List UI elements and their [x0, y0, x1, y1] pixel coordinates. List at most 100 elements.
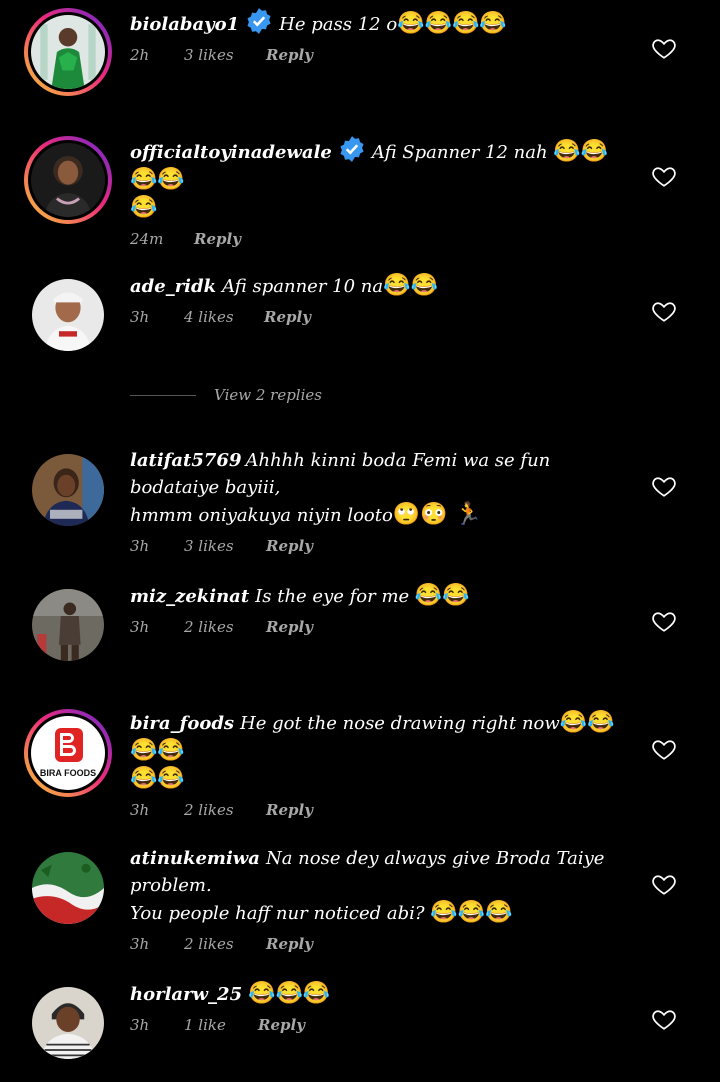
comment-text: biolabayo1 He pass 12 o😂😂😂😂: [130, 7, 620, 38]
view-replies-label: View 2 replies: [214, 386, 322, 404]
comment-text: atinukemiwa Na nose dey always give Broda…: [130, 845, 620, 927]
comment-text: miz_zekinat Is the eye for me 😂😂: [130, 582, 620, 610]
comment-message: You people haff nur noticed abi?: [130, 903, 425, 924]
comment-body: latifat5769 Ahhhh kinni boda Femi wa se f…: [130, 447, 620, 555]
comment-time: 3h: [130, 801, 150, 819]
emoji-text: 🙄😳 🏃: [392, 502, 482, 527]
avatar[interactable]: BIRA FOODS: [24, 709, 112, 797]
likes-count[interactable]: 2 likes: [184, 618, 266, 636]
likes-count[interactable]: 2 likes: [184, 935, 266, 953]
avatar-image: [32, 852, 104, 924]
comment-meta: 2h 3 likes Reply: [130, 46, 620, 64]
view-replies-button[interactable]: View 2 replies: [130, 386, 322, 404]
comment-message: hmmm oniyakuya niyin looto: [130, 505, 393, 526]
likes-count[interactable]: 1 like: [184, 1016, 258, 1034]
comment-meta: 24m Reply: [130, 230, 620, 248]
reply-button[interactable]: Reply: [266, 46, 313, 64]
reply-button[interactable]: Reply: [266, 935, 313, 953]
reply-button[interactable]: Reply: [266, 618, 313, 636]
username[interactable]: latifat5769: [130, 450, 241, 471]
comment-time: 3h: [130, 618, 150, 636]
comment-meta: 3h 1 like Reply: [130, 1016, 620, 1034]
like-heart-icon[interactable]: [651, 35, 677, 61]
bira-foods-logo: BIRA FOODS: [31, 716, 105, 790]
like-heart-icon[interactable]: [651, 736, 677, 762]
verified-badge-icon: [340, 136, 364, 162]
reply-button[interactable]: Reply: [266, 537, 313, 555]
comment-time: 2h: [130, 46, 150, 64]
like-heart-icon[interactable]: [651, 608, 677, 634]
avatar[interactable]: [32, 852, 104, 924]
comment-message: Is the eye for me: [255, 586, 410, 607]
comment-text: latifat5769 Ahhhh kinni boda Femi wa se f…: [130, 447, 620, 529]
emoji-text: 😂😂😂: [248, 981, 331, 1006]
comment-body: atinukemiwa Na nose dey always give Broda…: [130, 845, 620, 953]
emoji-text: 😂😂: [130, 766, 185, 791]
avatar[interactable]: [32, 279, 104, 351]
likes-count[interactable]: 3 likes: [184, 537, 266, 555]
comment-time: 3h: [130, 935, 150, 953]
comment-body: miz_zekinat Is the eye for me 😂😂 3h 2 lik…: [130, 582, 620, 636]
avatar-image: [32, 987, 104, 1059]
comment-meta: 3h 3 likes Reply: [130, 537, 620, 555]
avatar-image: [32, 589, 104, 661]
logo-text: BIRA FOODS: [39, 768, 97, 778]
username[interactable]: atinukemiwa: [130, 848, 260, 869]
avatar-image: [32, 454, 104, 526]
comment-time: 3h: [130, 537, 150, 555]
emoji-text: 😂😂😂😂: [397, 11, 507, 36]
comment-text: horlarw_25 😂😂😂: [130, 980, 620, 1008]
comment-message: He pass 12 o: [279, 14, 398, 35]
like-heart-icon[interactable]: [651, 298, 677, 324]
comment-message: He got the nose drawing right now: [240, 713, 560, 734]
comment-meta: 3h 2 likes Reply: [130, 618, 620, 636]
avatar-image: [32, 279, 104, 351]
comment-time: 3h: [130, 1016, 150, 1034]
username[interactable]: bira_foods: [130, 713, 234, 734]
username[interactable]: miz_zekinat: [130, 586, 249, 607]
comment-text: officialtoyinadewale Afi Spanner 12 nah 😂…: [130, 135, 620, 222]
username[interactable]: biolabayo1: [130, 14, 239, 35]
comment-meta: 3h 2 likes Reply: [130, 935, 620, 953]
avatar-image: [31, 15, 105, 89]
avatar[interactable]: [24, 8, 112, 96]
comment-body: bira_foods He got the nose drawing right …: [130, 709, 620, 819]
likes-count[interactable]: 3 likes: [184, 46, 266, 64]
avatar-image: [31, 143, 105, 217]
comment-meta: 3h 2 likes Reply: [130, 801, 620, 819]
reply-button[interactable]: Reply: [194, 230, 241, 248]
like-heart-icon[interactable]: [651, 163, 677, 189]
avatar[interactable]: [32, 987, 104, 1059]
comment-message: Afi Spanner 12 nah: [371, 142, 548, 163]
reply-button[interactable]: Reply: [264, 308, 311, 326]
avatar[interactable]: [24, 136, 112, 224]
reply-button[interactable]: Reply: [258, 1016, 305, 1034]
comment-body: horlarw_25 😂😂😂 3h 1 like Reply: [130, 980, 620, 1034]
emoji-text: 😂😂: [414, 583, 470, 608]
like-heart-icon[interactable]: [651, 473, 677, 499]
divider: [130, 394, 196, 396]
username[interactable]: officialtoyinadewale: [130, 142, 332, 163]
comment-text: ade_ridk Afi spanner 10 na😂😂: [130, 272, 620, 300]
comment-meta: 3h 4 likes Reply: [130, 308, 620, 326]
comment-message: Afi spanner 10 na: [222, 276, 384, 297]
comment-time: 24m: [130, 230, 164, 248]
avatar[interactable]: [32, 589, 104, 661]
username[interactable]: ade_ridk: [130, 276, 216, 297]
emoji-text: 😂: [130, 195, 158, 220]
username[interactable]: horlarw_25: [130, 984, 242, 1005]
emoji-text: 😂😂😂: [430, 900, 513, 925]
comment-body: officialtoyinadewale Afi Spanner 12 nah 😂…: [130, 135, 620, 248]
likes-count[interactable]: 2 likes: [184, 801, 266, 819]
emoji-text: 😂😂: [383, 273, 438, 298]
reply-button[interactable]: Reply: [266, 801, 313, 819]
comment-body: biolabayo1 He pass 12 o😂😂😂😂 2h 3 likes Re…: [130, 7, 620, 64]
likes-count[interactable]: 4 likes: [184, 308, 264, 326]
comment-text: bira_foods He got the nose drawing right …: [130, 709, 620, 793]
comment-body: ade_ridk Afi spanner 10 na😂😂 3h 4 likes R…: [130, 272, 620, 326]
verified-badge-icon: [247, 8, 271, 34]
comment-time: 3h: [130, 308, 150, 326]
like-heart-icon[interactable]: [651, 1006, 677, 1032]
like-heart-icon[interactable]: [651, 871, 677, 897]
avatar[interactable]: [32, 454, 104, 526]
